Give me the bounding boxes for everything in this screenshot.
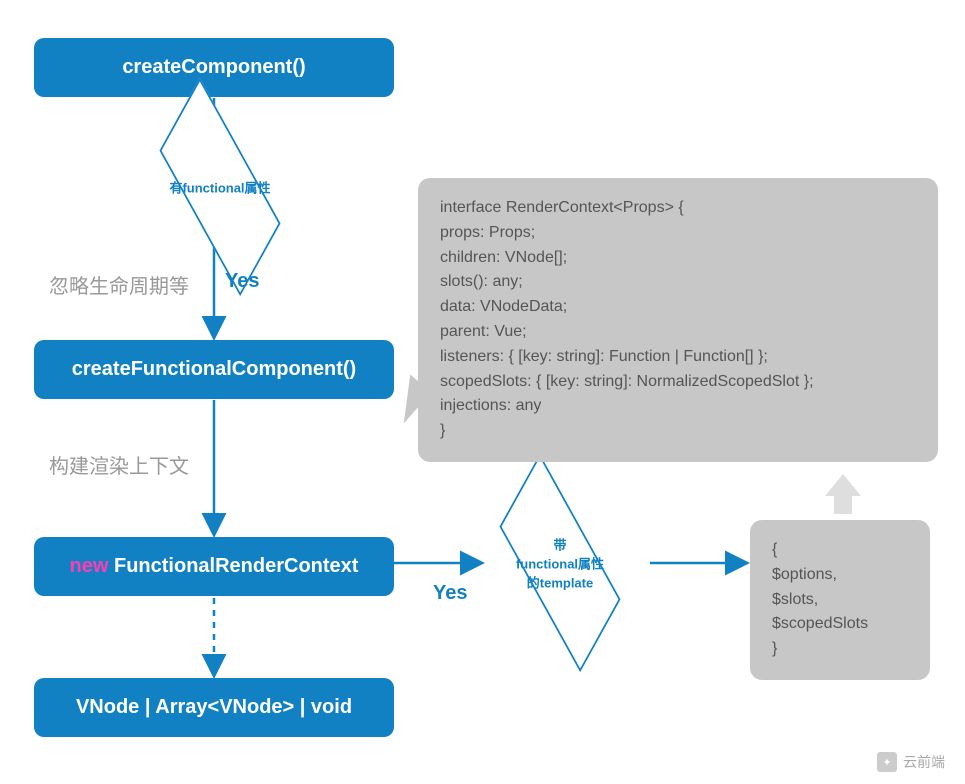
keyword-new: new	[70, 555, 109, 577]
code-line: $scopedSlots	[772, 612, 908, 637]
annotation-ignore-lifecycle: 忽略生命周期等	[49, 270, 189, 299]
node-create-functional-component: createFunctionalComponent()	[34, 340, 394, 399]
code-line: {	[772, 538, 908, 563]
edge-label-yes-2: Yes	[433, 582, 467, 605]
decision-label: 有functional属性	[140, 178, 300, 197]
code-line: data: VNodeData;	[440, 295, 916, 320]
decision-has-functional: 有functional属性	[140, 147, 300, 227]
code-line: children: VNode[];	[440, 246, 916, 271]
code-line: }	[440, 419, 916, 444]
wechat-icon: ✦	[877, 752, 897, 772]
edge-label-yes-1: Yes	[225, 270, 259, 293]
node-label: createComponent()	[122, 56, 305, 78]
code-line: $options,	[772, 563, 908, 588]
decision-has-template: 带 functional属性 的template	[480, 523, 640, 603]
node-label: createFunctionalComponent()	[72, 358, 356, 380]
code-line: $slots,	[772, 588, 908, 613]
flow-diagram: createComponent() 有functional属性 忽略生命周期等 …	[0, 0, 965, 784]
node-create-component: createComponent()	[34, 38, 394, 97]
up-arrow-icon	[825, 474, 861, 514]
annotation-build-context: 构建渲染上下文	[49, 450, 189, 479]
code-line: parent: Vue;	[440, 320, 916, 345]
line: 带	[480, 535, 640, 554]
code-extra-properties: { $options, $slots, $scopedSlots }	[750, 520, 930, 680]
code-interface-render-context: interface RenderContext<Props> { props: …	[418, 178, 938, 462]
decision-label: 带 functional属性 的template	[480, 535, 640, 592]
node-return-type: VNode | Array<VNode> | void	[34, 678, 394, 737]
code-line: interface RenderContext<Props> {	[440, 196, 916, 221]
class-name: FunctionalRenderContext	[108, 555, 358, 577]
line: 的template	[480, 573, 640, 592]
node-label: VNode | Array<VNode> | void	[76, 696, 352, 718]
node-new-functional-render-context: new FunctionalRenderContext	[34, 537, 394, 596]
code-line: listeners: { [key: string]: Function | F…	[440, 345, 916, 370]
code-line: scopedSlots: { [key: string]: Normalized…	[440, 370, 916, 395]
code-line: props: Props;	[440, 221, 916, 246]
code-line: }	[772, 637, 908, 662]
code-line: injections: any	[440, 394, 916, 419]
watermark-text: 云前端	[903, 752, 945, 772]
watermark: ✦ 云前端	[877, 752, 945, 772]
code-line: slots(): any;	[440, 270, 916, 295]
line: functional属性	[480, 554, 640, 573]
